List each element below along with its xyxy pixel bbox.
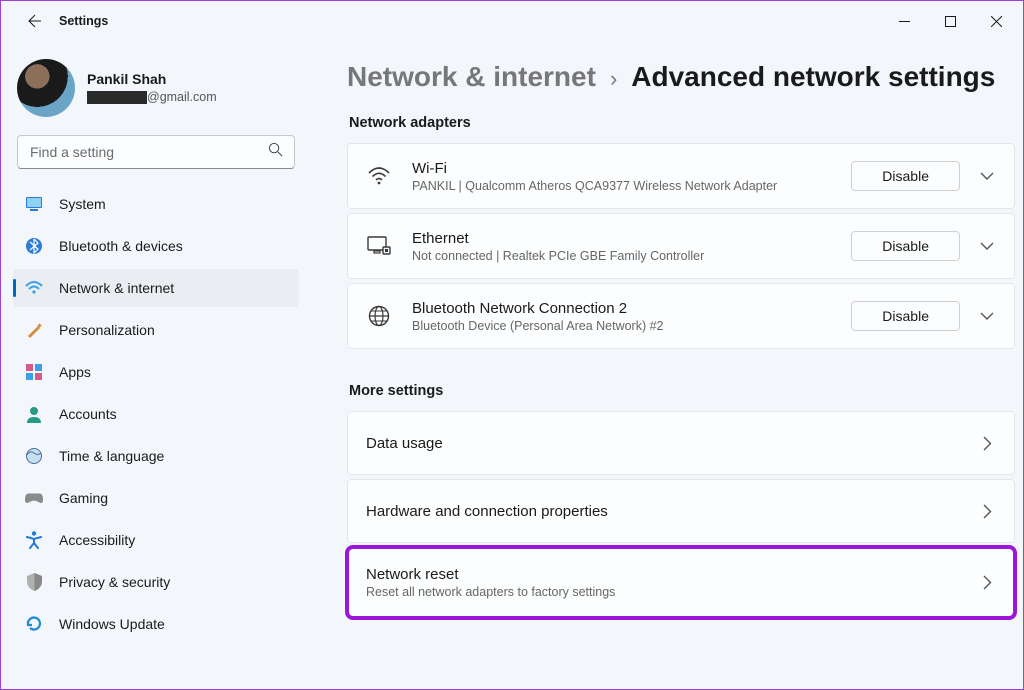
- section-header-more: More settings: [349, 383, 1015, 399]
- breadcrumb-parent[interactable]: Network & internet: [347, 61, 596, 93]
- page-title: Advanced network settings: [631, 61, 995, 93]
- close-button[interactable]: [973, 1, 1019, 41]
- profile-name: Pankil Shah: [87, 70, 217, 89]
- sidebar-item-gaming[interactable]: Gaming: [13, 479, 299, 517]
- accounts-icon: [25, 405, 43, 423]
- chevron-right-icon: [978, 436, 996, 451]
- chevron-right-icon: ›: [610, 66, 617, 92]
- profile-block[interactable]: Pankil Shah @gmail.com: [13, 51, 299, 129]
- disable-button[interactable]: Disable: [851, 231, 960, 261]
- sidebar-item-accounts[interactable]: Accounts: [13, 395, 299, 433]
- sidebar-item-personalization[interactable]: Personalization: [13, 311, 299, 349]
- adapter-subtitle: Bluetooth Device (Personal Area Network)…: [412, 319, 851, 333]
- back-button[interactable]: [13, 1, 53, 41]
- sidebar-item-bluetooth[interactable]: Bluetooth & devices: [13, 227, 299, 265]
- sidebar-item-label: Personalization: [59, 322, 155, 338]
- setting-title: Data usage: [366, 435, 978, 452]
- sidebar-item-label: Accessibility: [59, 532, 135, 548]
- disable-button[interactable]: Disable: [851, 301, 960, 331]
- adapter-title: Bluetooth Network Connection 2: [412, 300, 851, 317]
- setting-data-usage[interactable]: Data usage: [347, 411, 1015, 475]
- update-icon: [25, 615, 43, 633]
- sidebar-item-label: Accounts: [59, 406, 117, 422]
- sidebar-item-system[interactable]: System: [13, 185, 299, 223]
- adapter-subtitle: PANKIL | Qualcomm Atheros QCA9377 Wirele…: [412, 179, 851, 193]
- section-header-adapters: Network adapters: [349, 115, 1015, 131]
- adapter-title: Wi-Fi: [412, 160, 851, 177]
- nav-list: System Bluetooth & devices Network & int…: [13, 185, 299, 643]
- adapter-title: Ethernet: [412, 230, 851, 247]
- adapter-list: Wi-Fi PANKIL | Qualcomm Atheros QCA9377 …: [347, 143, 1015, 349]
- setting-hardware-properties[interactable]: Hardware and connection properties: [347, 479, 1015, 543]
- sidebar-item-label: Apps: [59, 364, 91, 380]
- search-wrap: [17, 135, 295, 169]
- bluetooth-icon: [25, 237, 43, 255]
- setting-network-reset[interactable]: Network reset Reset all network adapters…: [347, 547, 1015, 618]
- search-icon: [268, 142, 283, 162]
- chevron-right-icon: [978, 504, 996, 519]
- sidebar-item-label: System: [59, 196, 106, 212]
- maximize-button[interactable]: [927, 1, 973, 41]
- sidebar-item-apps[interactable]: Apps: [13, 353, 299, 391]
- disable-button[interactable]: Disable: [851, 161, 960, 191]
- sidebar-item-time[interactable]: Time & language: [13, 437, 299, 475]
- globe-icon: [366, 303, 392, 329]
- minimize-button[interactable]: [881, 1, 927, 41]
- setting-subtitle: Reset all network adapters to factory se…: [366, 585, 978, 599]
- search-input[interactable]: [17, 135, 295, 169]
- gaming-icon: [25, 489, 43, 507]
- apps-icon: [25, 363, 43, 381]
- network-icon: [25, 279, 43, 297]
- breadcrumb: Network & internet › Advanced network se…: [347, 61, 1015, 93]
- expand-chevron[interactable]: [978, 242, 996, 251]
- sidebar-item-label: Privacy & security: [59, 574, 170, 590]
- expand-chevron[interactable]: [978, 312, 996, 321]
- sidebar-item-label: Windows Update: [59, 616, 165, 632]
- privacy-icon: [25, 573, 43, 591]
- window-title: Settings: [59, 14, 108, 28]
- sidebar-item-network[interactable]: Network & internet: [13, 269, 299, 307]
- time-icon: [25, 447, 43, 465]
- expand-chevron[interactable]: [978, 172, 996, 181]
- titlebar: Settings: [1, 1, 1023, 41]
- sidebar-item-label: Bluetooth & devices: [59, 238, 183, 254]
- sidebar-item-label: Time & language: [59, 448, 164, 464]
- chevron-right-icon: [978, 575, 996, 590]
- profile-email: @gmail.com: [87, 89, 217, 106]
- system-icon: [25, 195, 43, 213]
- avatar: [17, 59, 75, 117]
- sidebar-item-accessibility[interactable]: Accessibility: [13, 521, 299, 559]
- sidebar: Pankil Shah @gmail.com System: [1, 41, 307, 689]
- wifi-icon: [366, 163, 392, 189]
- accessibility-icon: [25, 531, 43, 549]
- window-controls: [881, 1, 1019, 41]
- adapter-card-bluetooth: Bluetooth Network Connection 2 Bluetooth…: [347, 283, 1015, 349]
- setting-title: Hardware and connection properties: [366, 503, 978, 520]
- adapter-card-wifi: Wi-Fi PANKIL | Qualcomm Atheros QCA9377 …: [347, 143, 1015, 209]
- adapter-subtitle: Not connected | Realtek PCIe GBE Family …: [412, 249, 851, 263]
- personalization-icon: [25, 321, 43, 339]
- setting-title: Network reset: [366, 566, 978, 583]
- sidebar-item-privacy[interactable]: Privacy & security: [13, 563, 299, 601]
- sidebar-item-update[interactable]: Windows Update: [13, 605, 299, 643]
- adapter-card-ethernet: Ethernet Not connected | Realtek PCIe GB…: [347, 213, 1015, 279]
- sidebar-item-label: Network & internet: [59, 280, 174, 296]
- redacted-text: [87, 91, 147, 104]
- main-content: Network & internet › Advanced network se…: [307, 41, 1023, 689]
- sidebar-item-label: Gaming: [59, 490, 108, 506]
- ethernet-icon: [366, 233, 392, 259]
